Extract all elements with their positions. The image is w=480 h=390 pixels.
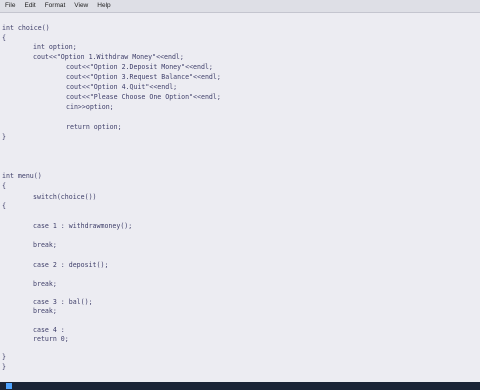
code-line: cout<<"Please Choose One Option"<<endl; <box>66 93 221 101</box>
menu-format[interactable]: Format <box>40 0 70 12</box>
code-line: cout<<"Option 1.Withdraw Money"<<endl; <box>33 53 184 61</box>
code-line: } <box>2 353 6 361</box>
menu-bar: File Edit Format View Help <box>0 0 480 13</box>
code-line: { <box>2 202 6 210</box>
code-line: break; <box>33 241 57 249</box>
code-line: cout<<"Option 4.Quit"<<endl; <box>66 83 178 91</box>
taskbar <box>0 382 480 390</box>
code-line: case 4 : <box>33 326 65 334</box>
code-line: break; <box>33 280 57 288</box>
code-line: cin>>option; <box>66 103 114 111</box>
code-line: int menu() <box>2 172 42 180</box>
code-line: { <box>2 34 6 42</box>
code-line: } <box>2 363 6 371</box>
menu-help[interactable]: Help <box>92 0 114 12</box>
code-line: return 0; <box>33 335 69 343</box>
menu-file[interactable]: File <box>0 0 19 12</box>
code-line: switch(choice()) <box>33 193 97 201</box>
windows-start-icon[interactable] <box>6 383 12 389</box>
code-line: cout<<"Option 3.Request Balance"<<endl; <box>66 73 221 81</box>
code-line: case 1 : withdrawmoney(); <box>33 222 133 230</box>
menu-view[interactable]: View <box>69 0 92 12</box>
code-line: break; <box>33 307 57 315</box>
code-line: { <box>2 182 6 190</box>
code-line: case 2 : deposit(); <box>33 261 109 269</box>
text-editor-area[interactable]: int choice() { int option; cout<<"Option… <box>0 13 480 382</box>
code-line: return option; <box>66 123 122 131</box>
menu-edit[interactable]: Edit <box>19 0 39 12</box>
code-line: int option; <box>33 43 77 51</box>
code-line: cout<<"Option 2.Deposit Money"<<endl; <box>66 63 213 71</box>
code-line: int choice() <box>2 24 50 32</box>
code-line: case 3 : bal(); <box>33 298 93 306</box>
code-line: } <box>2 133 6 141</box>
